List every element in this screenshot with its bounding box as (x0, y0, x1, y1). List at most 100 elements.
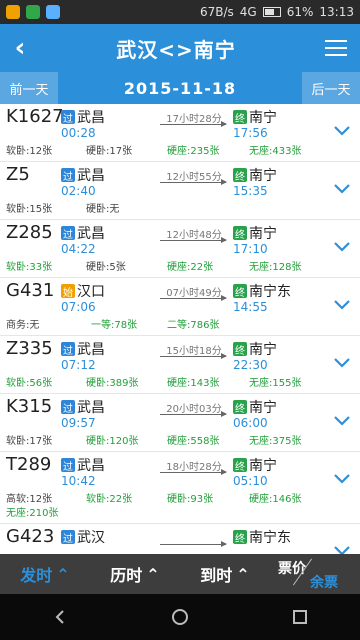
arrival-station: 终 南宁 (233, 339, 277, 359)
seat-count: 无座:155张 (249, 378, 302, 389)
departure-time: 00:28 (61, 126, 96, 140)
home-nav-icon[interactable] (160, 597, 200, 637)
arrival-station-name: 南宁 (249, 400, 277, 416)
train-row[interactable]: Z285 过 武昌 04:22 12小时48分 终 南宁 17:10 软卧:33… (0, 220, 360, 278)
arrival-station-name: 南宁东 (249, 284, 291, 300)
seat-availability: 软卧:17张 硬卧:120张 硬座:558张 无座:375张 (3, 432, 303, 448)
station-type-badge: 始 (61, 284, 75, 299)
arrival-time: 06:00 (233, 416, 268, 430)
seat-count: 软卧:12张 (6, 146, 53, 157)
arrival-station: 终 南宁 (233, 397, 277, 417)
duration: 12小时55分 (166, 172, 222, 183)
departure-station-name: 武昌 (77, 400, 105, 416)
chevron-down-icon[interactable] (332, 236, 352, 256)
station-type-badge: 终 (233, 342, 247, 357)
seat-count: 硬卧:无 (86, 204, 120, 215)
next-day-button[interactable]: 后一天 (302, 72, 360, 104)
seat-count: 软卧:22张 (86, 494, 133, 505)
train-row[interactable]: T289 过 武昌 10:42 18小时28分 终 南宁 05:10 高软:12… (0, 452, 360, 524)
seat-count: 高软:12张 (6, 494, 53, 505)
seat-count: 软卧:33张 (6, 262, 53, 273)
departure-time: 07:12 (61, 358, 96, 372)
duration: 07小时49分 (166, 288, 222, 299)
departure-station-name: 武昌 (77, 458, 105, 474)
seat-count: 无座:375张 (249, 436, 302, 447)
train-number: T289 (6, 454, 52, 475)
train-number: Z285 (6, 222, 53, 243)
route-arrow-icon (160, 179, 227, 185)
departure-time: 09:57 (61, 416, 96, 430)
seat-count: 二等:786张 (167, 320, 220, 331)
sort-arrive-tab[interactable]: 到时 ⌃ (180, 554, 270, 594)
back-arrow-icon[interactable]: ‹ (0, 24, 40, 72)
seat-count: 软卧:17张 (6, 436, 53, 447)
seat-availability: 软卧:15张 硬卧:无 (3, 200, 303, 216)
chevron-down-icon[interactable] (332, 468, 352, 488)
sort-duration-tab[interactable]: 历时 ⌃ (90, 554, 180, 594)
seat-count: 硬卧:5张 (86, 262, 126, 273)
back-nav-icon[interactable] (40, 597, 80, 637)
travel-date[interactable]: 2015-11-18 (58, 79, 302, 98)
route-arrow-icon (160, 295, 227, 301)
chevron-down-icon[interactable] (332, 120, 352, 140)
seats-label: 余票 (310, 575, 338, 591)
sort-price-tab[interactable]: 票价 余票 (270, 554, 360, 594)
station-type-badge: 终 (233, 284, 247, 299)
train-number: G423 (6, 526, 55, 547)
station-type-badge: 过 (61, 168, 75, 183)
departure-time: 02:40 (61, 184, 96, 198)
seat-availability: 软卧:12张 硬卧:17张 硬座:235张 无座:433张 (3, 142, 303, 158)
train-number: K1627 (6, 106, 64, 127)
train-number: Z335 (6, 338, 53, 359)
sort-depart-tab[interactable]: 发时 ⌃ (0, 554, 90, 594)
train-row[interactable]: G423 过 武汉 终 南宁东 (0, 524, 360, 554)
arrival-station: 终 南宁 (233, 455, 277, 475)
seat-count: 无座:128张 (249, 262, 302, 273)
seat-count: 硬卧:120张 (86, 436, 139, 447)
battery-icon (262, 7, 281, 17)
duration: 20小时03分 (166, 404, 222, 415)
network-speed: 67B/s (200, 5, 234, 19)
arrival-station: 终 南宁东 (233, 527, 291, 547)
seat-count: 无座:433张 (249, 146, 302, 157)
train-row[interactable]: K315 过 武昌 09:57 20小时03分 终 南宁 06:00 软卧:17… (0, 394, 360, 452)
departure-station-name: 武昌 (77, 342, 105, 358)
station-type-badge: 过 (61, 530, 75, 545)
chevron-down-icon[interactable] (332, 540, 352, 554)
train-row[interactable]: Z5 过 武昌 02:40 12小时55分 终 南宁 15:35 软卧:15张 硬… (0, 162, 360, 220)
train-number: K315 (6, 396, 53, 417)
app-notification-icon (26, 5, 40, 19)
route-arrow-icon (160, 411, 227, 417)
train-row[interactable]: Z335 过 武昌 07:12 15小时18分 终 南宁 22:30 软卧:56… (0, 336, 360, 394)
date-bar: 前一天 2015-11-18 后一天 (0, 72, 360, 104)
arrival-station: 终 南宁 (233, 165, 277, 185)
recents-nav-icon[interactable] (280, 597, 320, 637)
departure-station-name: 武汉 (77, 530, 105, 546)
station-type-badge: 终 (233, 400, 247, 415)
chevron-down-icon[interactable] (332, 352, 352, 372)
seat-availability: 无座:210张 (3, 504, 303, 520)
seat-count: 硬座:235张 (167, 146, 220, 157)
departure-station: 始 汉口 (61, 281, 105, 301)
seat-count: 商务:无 (6, 320, 40, 331)
train-number: Z5 (6, 164, 30, 185)
price-label: 票价 (278, 561, 306, 577)
station-type-badge: 过 (61, 110, 75, 125)
train-row[interactable]: K1627 过 武昌 00:28 17小时28分 终 南宁 17:56 软卧:1… (0, 104, 360, 162)
departure-time: 10:42 (61, 474, 96, 488)
menu-icon[interactable] (312, 24, 360, 72)
train-number: G431 (6, 280, 55, 301)
sort-duration-label: 历时 (110, 566, 143, 585)
chevron-down-icon[interactable] (332, 294, 352, 314)
prev-day-button[interactable]: 前一天 (0, 72, 58, 104)
departure-station-name: 武昌 (77, 226, 105, 242)
train-list[interactable]: K1627 过 武昌 00:28 17小时28分 终 南宁 17:56 软卧:1… (0, 104, 360, 554)
departure-station: 过 武昌 (61, 397, 105, 417)
arrival-station-name: 南宁 (249, 168, 277, 184)
seat-count: 硬座:22张 (167, 262, 214, 273)
arrival-time: 17:10 (233, 242, 268, 256)
chevron-down-icon[interactable] (332, 178, 352, 198)
chevron-down-icon[interactable] (332, 410, 352, 430)
train-row[interactable]: G431 始 汉口 07:06 07小时49分 终 南宁东 14:55 商务:无… (0, 278, 360, 336)
sort-tab-bar: 发时 ⌃ 历时 ⌃ 到时 ⌃ 票价 余票 (0, 554, 360, 594)
